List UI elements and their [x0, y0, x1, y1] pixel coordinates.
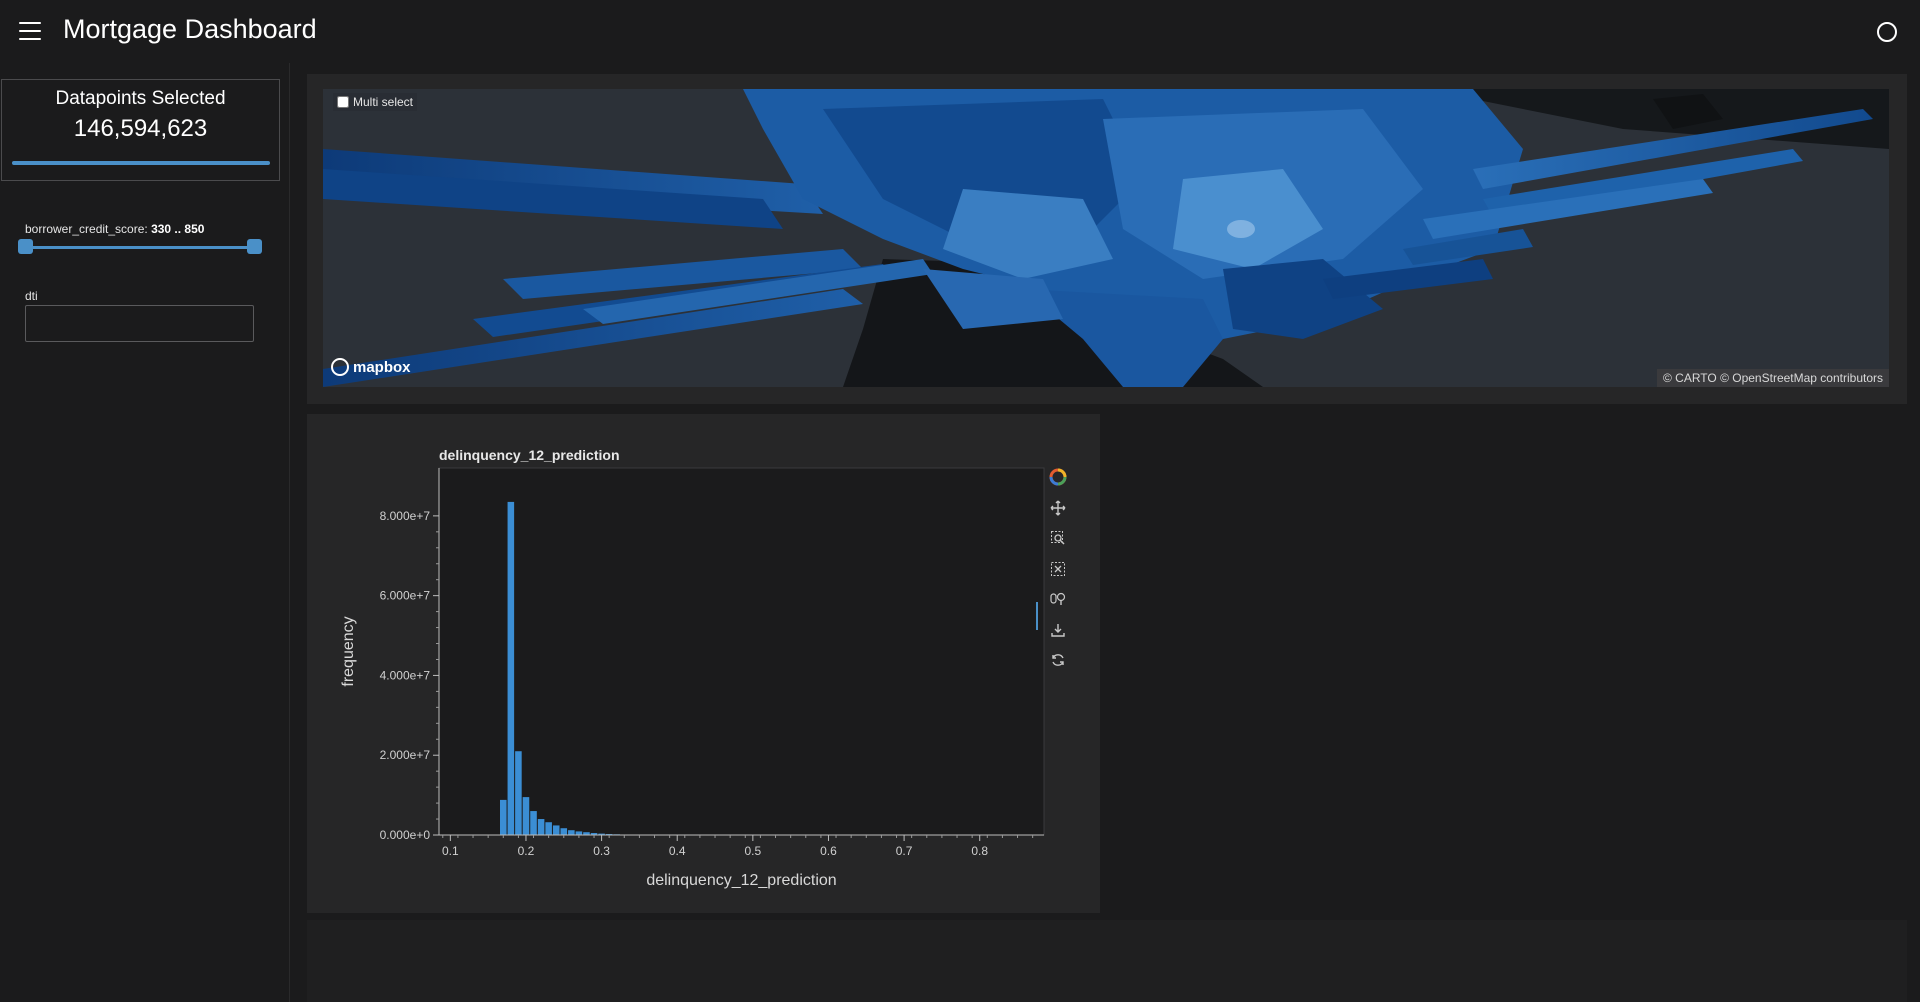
dti-input[interactable] — [25, 305, 254, 342]
histogram-panel: 0.000e+0 2.000e+7 4.000e+7 6.000e+7 8.000e+7… — [307, 414, 1100, 913]
histogram-bar — [507, 501, 515, 835]
mapbox-logo-icon — [331, 358, 349, 376]
multi-select-label: Multi select — [353, 95, 414, 109]
histogram-chart[interactable]: 0.000e+0 2.000e+7 4.000e+7 6.000e+7 8.000e+7… — [307, 414, 1100, 913]
histogram-bar — [552, 825, 560, 835]
map-panel: Multi select mapbox © CARTO © OpenStreet… — [307, 74, 1907, 404]
box-select-icon[interactable] — [1047, 558, 1069, 580]
histogram-bar — [515, 751, 522, 835]
save-icon[interactable] — [1047, 619, 1069, 641]
histogram-bar — [522, 797, 530, 835]
choropleth-map[interactable]: Multi select mapbox © CARTO © OpenStreet… — [323, 89, 1889, 387]
app-header: Mortgage Dashboard — [0, 0, 1920, 63]
plot-frame — [438, 467, 1045, 836]
multi-select-checkbox[interactable] — [337, 96, 349, 108]
y-axis-ticks: 0.000e+0 2.000e+7 4.000e+7 6.000e+7 8.000e+7 — [380, 468, 440, 842]
sidebar: Datapoints Selected 146,594,623 borrower… — [0, 63, 290, 1002]
multi-select-toggle[interactable]: Multi select — [333, 93, 418, 111]
histogram-bar — [537, 819, 545, 835]
credit-score-slider-high-handle[interactable] — [247, 239, 262, 254]
x-axis-label: delinquency_12_prediction — [646, 872, 836, 889]
x-tick-label: 0.8 — [971, 844, 988, 858]
y-tick-label: 0.000e+0 — [380, 828, 431, 842]
mapbox-logo-text: mapbox — [353, 358, 411, 376]
credit-score-slider-low-handle[interactable] — [18, 239, 33, 254]
credit-score-label-text: borrower_credit_score: — [25, 222, 152, 236]
chart-title: delinquency_12_prediction — [439, 447, 620, 463]
busy-indicator-icon — [1877, 22, 1897, 42]
credit-score-range-text: 330 .. 850 — [151, 222, 205, 236]
histogram-bar — [530, 811, 537, 835]
y-tick-label: 2.000e+7 — [380, 748, 431, 762]
map-graphics — [323, 89, 1889, 387]
hamburger-menu-icon[interactable] — [19, 22, 41, 40]
reset-icon[interactable] — [1047, 649, 1069, 671]
x-tick-label: 0.4 — [669, 844, 686, 858]
count-progress-bar — [12, 161, 270, 165]
y-axis-label: frequency — [340, 616, 357, 686]
credit-score-slider-label: borrower_credit_score: 330 .. 850 — [25, 222, 204, 236]
count-progress-fill — [12, 161, 270, 165]
mapbox-logo: mapbox — [331, 358, 411, 376]
histogram-bar — [545, 822, 552, 835]
toolbar-active-indicator — [1036, 602, 1038, 630]
histogram-bar — [568, 830, 575, 835]
pan-icon[interactable] — [1047, 497, 1069, 519]
x-tick-label: 0.7 — [896, 844, 913, 858]
x-tick-label: 0.2 — [518, 844, 535, 858]
wheel-zoom-icon[interactable] — [1047, 588, 1069, 610]
x-tick-label: 0.3 — [593, 844, 610, 858]
bottom-panel — [307, 920, 1907, 1002]
plot-area — [438, 467, 1045, 836]
x-tick-label: 0.6 — [820, 844, 837, 858]
count-value: 146,594,623 — [73, 115, 208, 142]
bokeh-logo-icon[interactable] — [1047, 466, 1069, 488]
box-zoom-icon[interactable] — [1047, 527, 1069, 549]
histogram-bar — [575, 831, 583, 835]
app-title: Mortgage Dashboard — [63, 14, 317, 44]
datapoints-selected-card: Datapoints Selected 146,594,623 — [1, 79, 280, 181]
count-title: Datapoints Selected — [55, 88, 226, 109]
histogram-bar — [560, 828, 568, 835]
y-tick-label: 4.000e+7 — [380, 668, 431, 682]
credit-score-slider-track[interactable] — [25, 246, 254, 249]
x-tick-label: 0.5 — [745, 844, 762, 858]
histogram-bar — [500, 799, 507, 835]
y-tick-label: 8.000e+7 — [380, 509, 431, 523]
y-tick-label: 6.000e+7 — [380, 589, 431, 603]
map-attribution[interactable]: © CARTO © OpenStreetMap contributors — [1657, 369, 1889, 387]
x-axis-ticks: 0.1 0.2 0.3 0.4 0.5 0.6 0.7 0.8 — [439, 834, 1044, 858]
dti-label: dti — [25, 289, 38, 303]
x-tick-label: 0.1 — [442, 844, 459, 858]
